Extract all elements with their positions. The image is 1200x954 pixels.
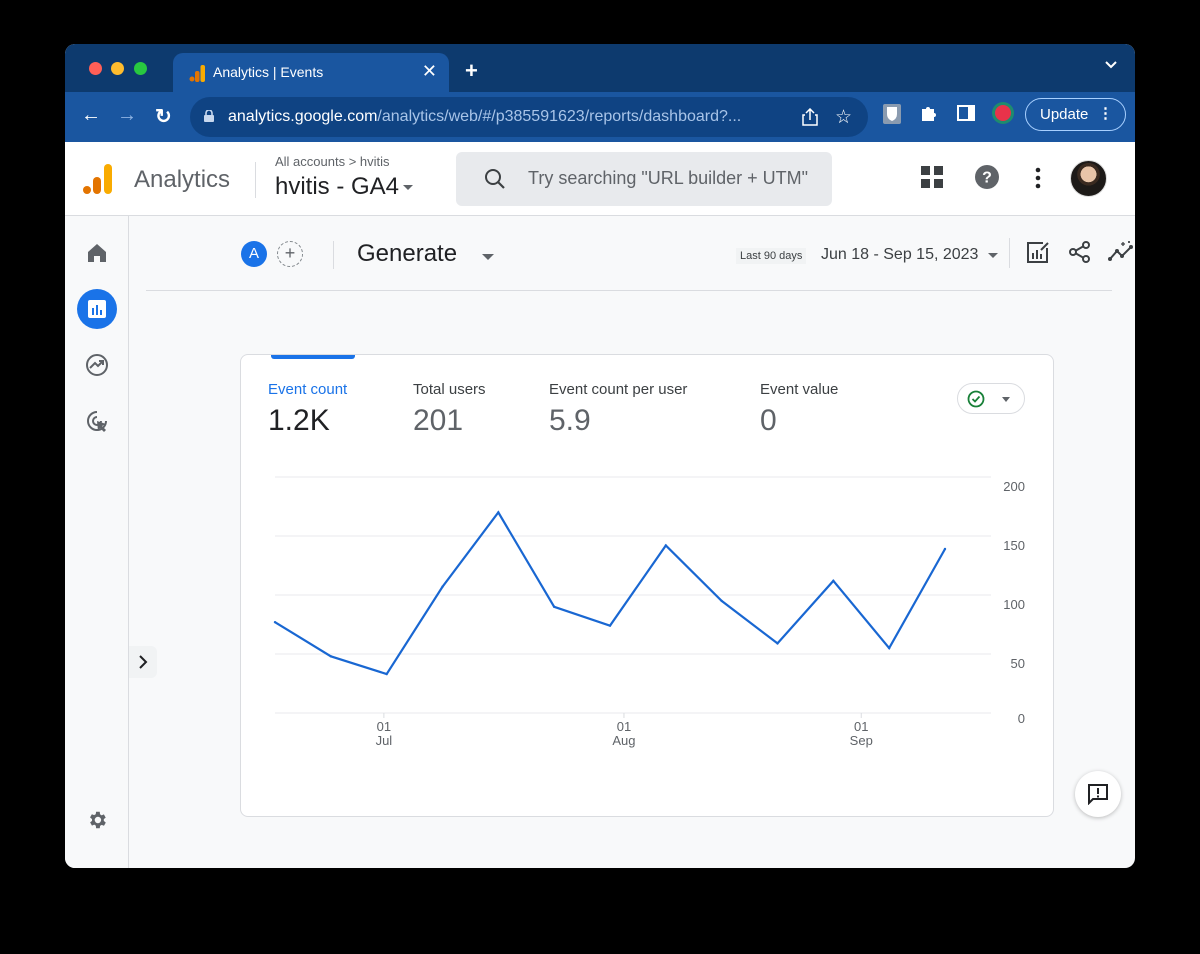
- side-navigation: [65, 216, 129, 868]
- explore-icon: [86, 354, 108, 376]
- search-box[interactable]: [456, 152, 832, 206]
- x-tick-day: 01: [854, 719, 868, 734]
- data-point: [329, 655, 333, 658]
- y-tick-label: 200: [1003, 479, 1025, 494]
- x-tick-month: Jul: [376, 733, 393, 748]
- analytics-favicon-icon: [189, 65, 205, 82]
- date-preset-badge[interactable]: Last 90 days: [736, 248, 807, 264]
- home-icon: [88, 244, 106, 262]
- bookmark-star-icon[interactable]: ☆: [835, 106, 852, 129]
- search-icon: [485, 169, 505, 189]
- comparison-chip[interactable]: A: [241, 241, 267, 267]
- browser-toolbar: ← → ↻ analytics.google.com/analytics/web…: [65, 92, 1135, 142]
- account-breadcrumb[interactable]: All accounts > hvitis: [275, 154, 390, 169]
- report-title[interactable]: Generate: [357, 240, 457, 268]
- data-point: [497, 511, 500, 514]
- y-tick-label: 100: [1003, 597, 1025, 612]
- main-content: A + Generate Last 90 days Jun 18 - Sep 1…: [130, 216, 1135, 868]
- date-range-selector[interactable]: Jun 18 - Sep 15, 2023: [821, 246, 978, 264]
- help-icon[interactable]: ?: [975, 165, 999, 189]
- new-tab-button[interactable]: +: [465, 58, 478, 84]
- x-tick-day: 01: [617, 719, 631, 734]
- reload-button[interactable]: ↻: [155, 104, 172, 129]
- insights-icon[interactable]: [1108, 240, 1134, 264]
- profile-icon[interactable]: [991, 101, 1015, 125]
- data-point: [832, 579, 835, 583]
- data-point: [441, 585, 444, 588]
- more-options-icon[interactable]: [1035, 167, 1041, 189]
- data-point: [720, 599, 723, 603]
- date-dropdown-caret-icon[interactable]: [988, 253, 998, 258]
- analytics-header: Analytics All accounts > hvitis hvitis -…: [65, 142, 1135, 216]
- lock-icon: [204, 110, 214, 122]
- side-panel-icon[interactable]: [957, 105, 975, 121]
- y-tick-label: 50: [1011, 656, 1025, 671]
- update-button[interactable]: Update ⋮: [1025, 98, 1126, 131]
- y-tick-label: 150: [1003, 538, 1025, 553]
- reports-icon: [88, 300, 106, 318]
- x-tick-day: 01: [377, 719, 391, 734]
- feedback-icon: [1088, 784, 1108, 805]
- data-point: [943, 547, 947, 551]
- share-icon[interactable]: [1068, 240, 1092, 264]
- data-point: [776, 642, 779, 645]
- apps-grid-icon[interactable]: [921, 166, 943, 188]
- nav-home[interactable]: [77, 233, 117, 273]
- data-point: [385, 672, 388, 676]
- data-point: [273, 620, 277, 624]
- maximize-window-button[interactable]: [134, 62, 147, 75]
- svg-text:?: ?: [982, 170, 992, 187]
- dropdown-caret-icon: [403, 185, 414, 191]
- metrics-card: Event count 1.2K Total users 201 Event count…: [240, 354, 1054, 817]
- nav-admin-settings[interactable]: [77, 800, 117, 840]
- tab-title: Analytics | Events: [213, 64, 324, 80]
- header-divider: [255, 162, 256, 198]
- x-tick-month: Sep: [850, 733, 873, 748]
- forward-button[interactable]: →: [117, 104, 137, 127]
- browser-tab[interactable]: Analytics | Events ✕: [173, 53, 449, 93]
- nav-advertising[interactable]: [77, 401, 117, 441]
- property-selector[interactable]: hvitis - GA4: [275, 173, 414, 201]
- tab-search-chevron-icon[interactable]: [1105, 61, 1117, 69]
- report-header: A + Generate Last 90 days Jun 18 - Sep 1…: [146, 216, 1133, 291]
- data-point: [887, 646, 891, 650]
- app-name: Analytics: [134, 166, 231, 193]
- tab-bar: Analytics | Events ✕ +: [65, 44, 1135, 93]
- report-dropdown-caret-icon[interactable]: [482, 254, 494, 260]
- back-button[interactable]: ←: [81, 104, 101, 127]
- analytics-logo-icon: [83, 164, 112, 194]
- close-tab-icon[interactable]: ✕: [422, 61, 437, 82]
- nav-explore[interactable]: [77, 345, 117, 385]
- browser-window: Analytics | Events ✕ + ← → ↻ analytics.g…: [65, 44, 1135, 868]
- event-count-line-chart: 05010015020001Jul01Aug01Sep: [273, 476, 1025, 748]
- customize-report-icon[interactable]: [1026, 240, 1050, 264]
- series-line-event-count: [274, 510, 946, 676]
- share-page-icon[interactable]: [802, 108, 818, 126]
- close-window-button[interactable]: [89, 62, 102, 75]
- address-bar[interactable]: analytics.google.com/analytics/web/#/p38…: [190, 97, 868, 137]
- search-input[interactable]: [528, 168, 828, 189]
- subheader-divider: [1009, 238, 1010, 268]
- add-comparison-button[interactable]: +: [277, 241, 303, 267]
- data-point: [552, 605, 556, 608]
- browser-menu-icon[interactable]: ⋮: [1098, 104, 1113, 122]
- gear-icon: [90, 811, 106, 829]
- advertising-icon: [87, 411, 107, 432]
- data-point: [608, 624, 612, 627]
- x-tick-month: Aug: [612, 733, 635, 748]
- bitwarden-extension-icon[interactable]: [883, 104, 901, 124]
- url-text[interactable]: analytics.google.com/analytics/web/#/p38…: [228, 108, 741, 126]
- nav-reports[interactable]: [77, 289, 117, 329]
- minimize-window-button[interactable]: [111, 62, 124, 75]
- extensions-puzzle-icon[interactable]: [920, 104, 938, 122]
- data-point: [664, 544, 668, 547]
- subheader-divider: [333, 241, 334, 269]
- send-feedback-button[interactable]: [1075, 771, 1121, 817]
- user-avatar[interactable]: [1070, 160, 1107, 197]
- y-tick-label: 0: [1018, 711, 1025, 726]
